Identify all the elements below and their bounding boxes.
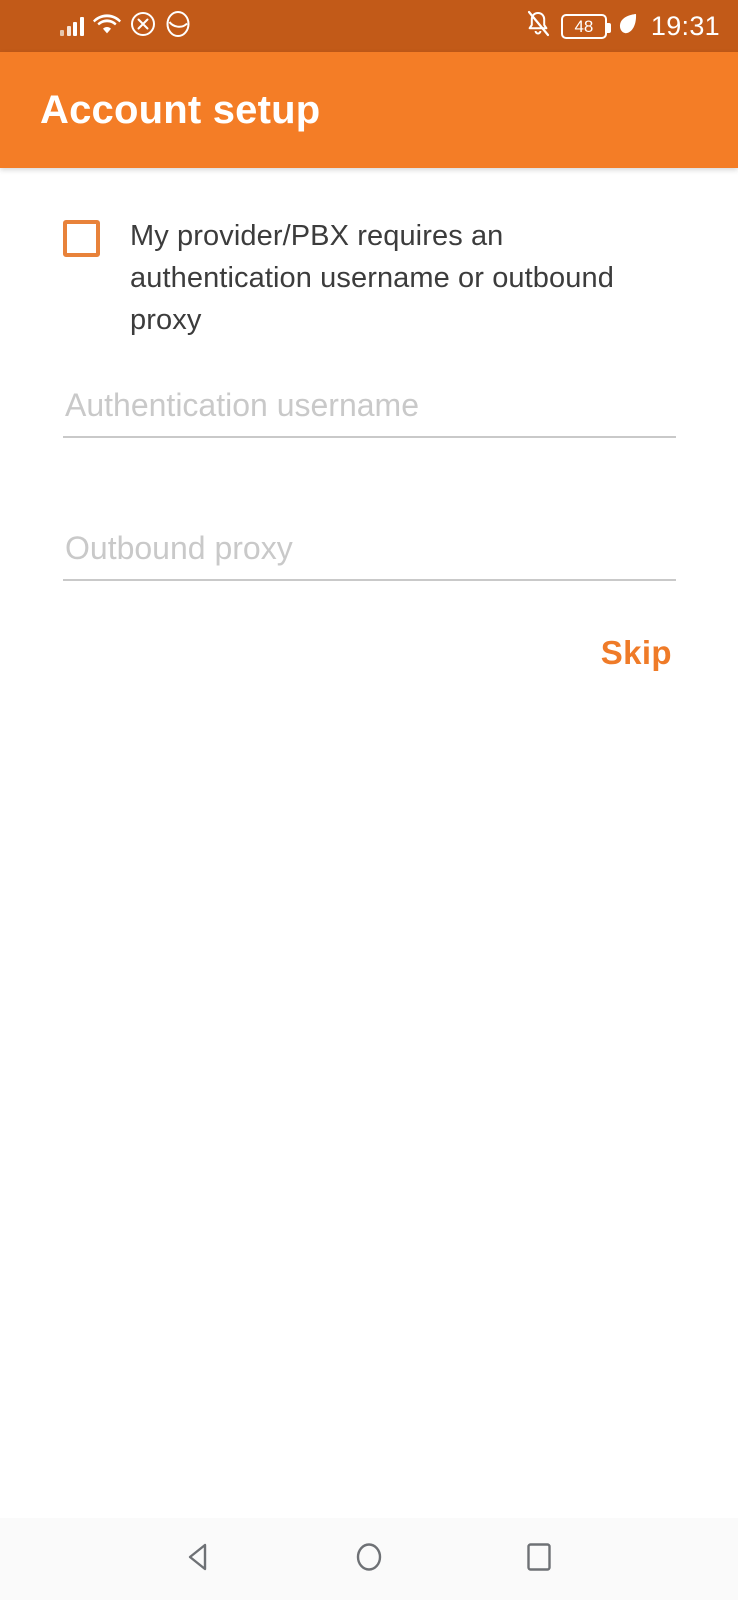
signal-bars-icon xyxy=(60,16,84,36)
battery-level-label: 48 xyxy=(574,16,594,36)
skip-button[interactable]: Skip xyxy=(597,628,676,678)
auth-required-checkbox-row[interactable]: My provider/PBX requires an authenticati… xyxy=(63,215,673,341)
auth-required-checkbox-label: My provider/PBX requires an authenticati… xyxy=(130,220,614,336)
app-bar: Account setup xyxy=(0,52,738,168)
android-navigation-bar xyxy=(0,1518,738,1600)
outbound-proxy-input[interactable] xyxy=(63,523,676,579)
app-circle-icon xyxy=(165,10,191,43)
page-title: Account setup xyxy=(40,87,321,132)
authentication-username-field[interactable] xyxy=(63,380,676,438)
leaf-icon xyxy=(617,11,639,42)
recents-icon xyxy=(519,1537,559,1582)
skip-row: Skip xyxy=(0,628,738,678)
authentication-username-input[interactable] xyxy=(63,380,676,436)
phone-screen: 48 19:31 Account setup My provider/PBX r… xyxy=(0,0,738,1600)
authentication-username-underline xyxy=(63,436,676,438)
status-bar: 48 19:31 xyxy=(0,0,738,52)
recents-button[interactable] xyxy=(454,1518,624,1600)
home-icon xyxy=(349,1537,389,1582)
main-content: My provider/PBX requires an authenticati… xyxy=(0,168,738,1518)
status-bar-left-icons xyxy=(60,10,191,43)
status-bar-right-icons: 48 19:31 xyxy=(525,10,720,43)
outbound-proxy-field[interactable] xyxy=(63,523,676,581)
back-icon xyxy=(179,1537,219,1582)
clock-label: 19:31 xyxy=(650,10,720,41)
auth-required-checkbox[interactable] xyxy=(63,220,100,257)
home-button[interactable] xyxy=(284,1518,454,1600)
x-circle-icon xyxy=(130,11,156,42)
outbound-proxy-underline xyxy=(63,579,676,581)
battery-icon: 48 xyxy=(560,13,611,39)
bell-slash-icon xyxy=(525,10,551,43)
wifi-icon xyxy=(92,13,121,40)
back-button[interactable] xyxy=(114,1518,284,1600)
